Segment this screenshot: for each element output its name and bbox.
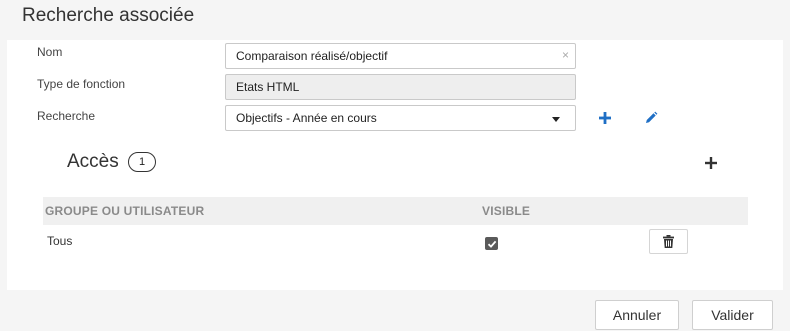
validate-button[interactable]: Valider [692,300,773,330]
type-fonction-label: Type de fonction [37,77,126,91]
add-recherche-button[interactable] [596,109,614,127]
table-header: GROUPE OU UTILISATEUR VISIBLE [43,197,748,225]
add-acces-button[interactable] [702,154,720,172]
pencil-icon [646,111,658,123]
recherche-value: Objectifs - Année en cours [236,111,377,125]
recherche-label: Recherche [37,109,96,123]
plus-icon [705,157,717,169]
caret-down-icon [552,117,560,122]
nom-label: Nom [37,45,63,59]
form-panel: Nom Comparaison réalisé/objectif × Type … [7,40,783,290]
trash-icon [663,235,674,248]
visible-checkbox[interactable] [485,237,498,250]
nom-value: Comparaison réalisé/objectif [236,49,388,63]
clear-icon[interactable]: × [562,48,569,62]
cancel-button[interactable]: Annuler [595,300,679,330]
type-fonction-field: Etats HTML [225,74,576,100]
delete-row-button[interactable] [649,229,688,254]
plus-icon [599,112,611,124]
edit-recherche-button[interactable] [642,109,660,127]
dialog-title: Recherche associée [22,5,195,26]
column-header-visible: VISIBLE [482,204,531,218]
acces-count-badge: 1 [128,152,156,172]
type-fonction-value: Etats HTML [236,80,300,94]
row-group-cell: Tous [47,234,73,248]
column-header-group: GROUPE OU UTILISATEUR [45,204,205,218]
check-icon [487,240,496,248]
recherche-select[interactable]: Objectifs - Année en cours [225,105,576,131]
nom-input[interactable]: Comparaison réalisé/objectif × [225,43,576,69]
acces-title: Accès [67,151,119,172]
